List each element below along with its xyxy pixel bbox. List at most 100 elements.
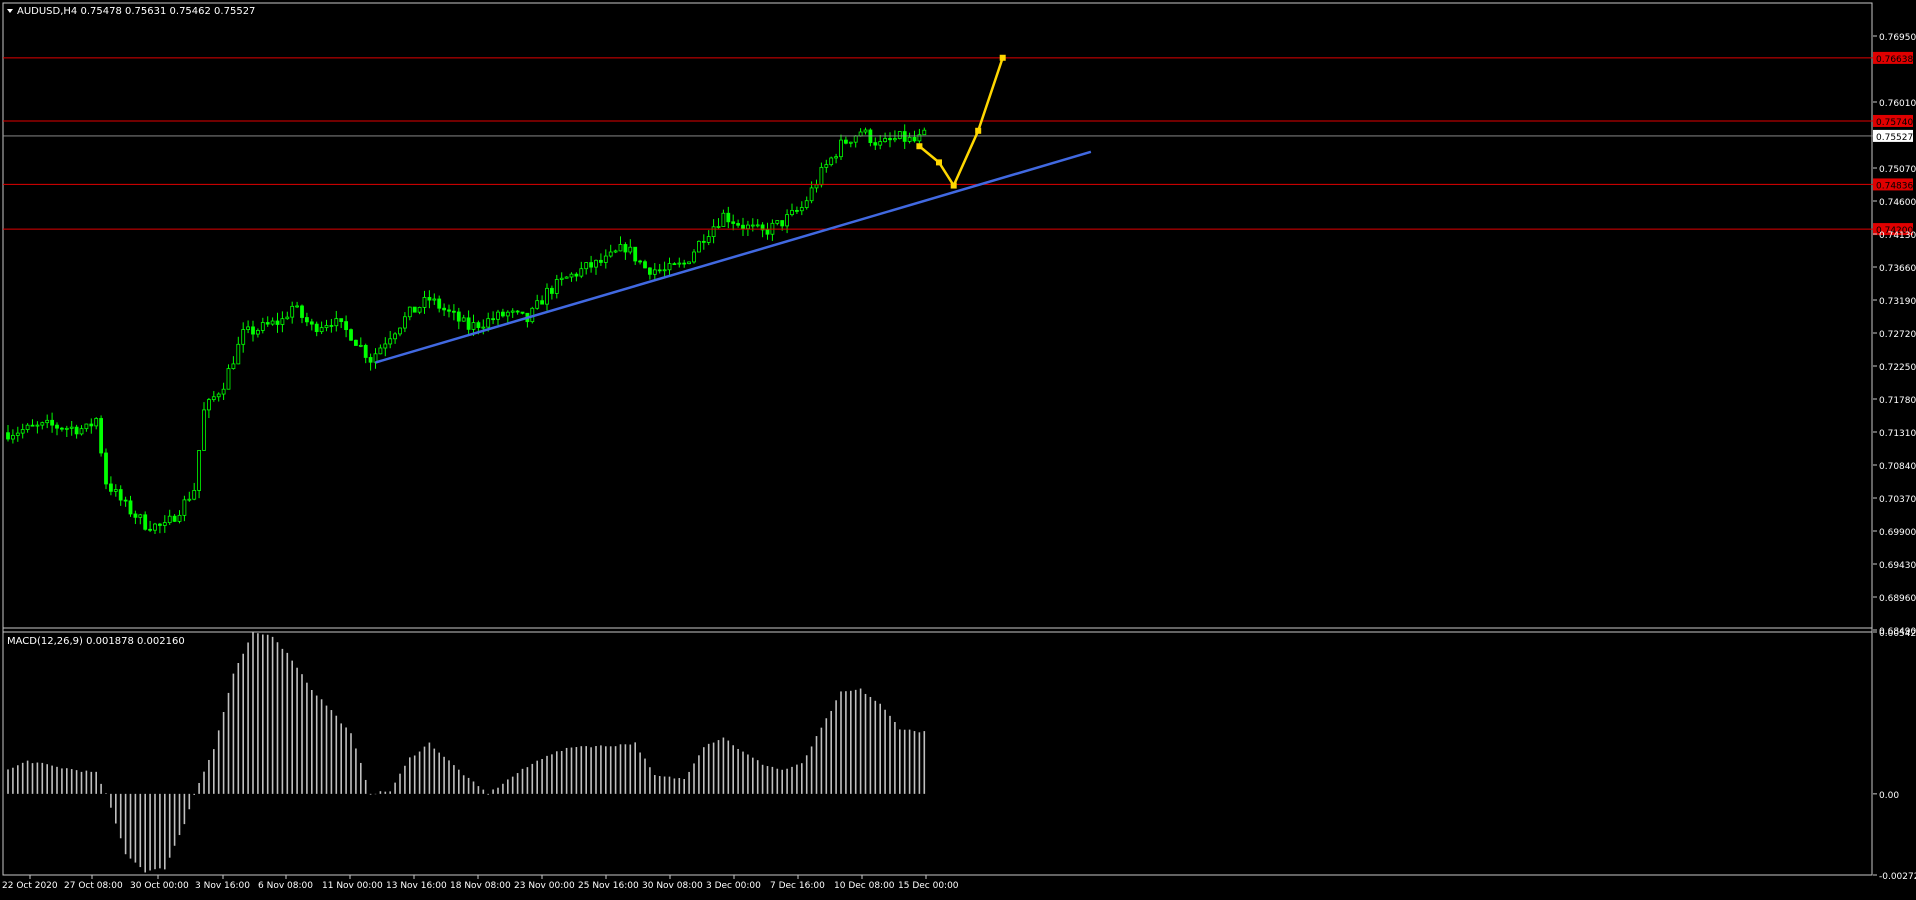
projection-node — [950, 182, 957, 189]
candle-body — [344, 321, 349, 331]
candle-body — [133, 513, 138, 518]
candle-body — [662, 269, 667, 272]
candle-body — [780, 220, 785, 227]
candle-body — [638, 260, 642, 263]
candle-body — [721, 212, 726, 227]
candle-body — [182, 499, 187, 516]
candle-body — [633, 246, 638, 262]
candle-body — [422, 297, 427, 308]
candle-body — [334, 318, 339, 327]
candle-body — [290, 305, 295, 318]
level-price-label: 0.75740 — [1876, 118, 1913, 128]
candle-body — [790, 210, 794, 216]
candle-body — [741, 224, 745, 230]
candle-body — [922, 129, 927, 136]
candle-body — [726, 212, 731, 223]
candle-body — [295, 305, 300, 308]
candle-body — [579, 268, 584, 277]
price-tick-label: 0.72250 — [1879, 363, 1916, 373]
current-price-label: 0.75527 — [1876, 133, 1913, 143]
candle-body — [476, 322, 481, 328]
candle-body — [329, 325, 334, 327]
candle-body — [138, 514, 143, 518]
candle-body — [349, 329, 353, 341]
chart-window[interactable]: 0.76638 0.75740 0.74836 0.74200 0.75527 0.76… — [0, 0, 1916, 896]
candle-body — [226, 368, 231, 390]
candle-body — [618, 244, 623, 252]
candle-body — [231, 363, 236, 369]
candle-body — [535, 300, 540, 309]
candle-body — [594, 259, 598, 268]
candle-body — [187, 498, 192, 501]
candle-body — [589, 262, 593, 268]
candle-body — [94, 418, 99, 427]
candle-body — [893, 138, 897, 141]
candle-body — [270, 320, 275, 325]
candle-body — [118, 489, 123, 501]
price-tick-label: 0.74600 — [1879, 198, 1916, 208]
candle-body — [785, 214, 789, 227]
price-tick-label: 0.76010 — [1879, 99, 1916, 109]
candle-body — [50, 419, 54, 426]
price-tick-label: 0.76950 — [1879, 33, 1916, 43]
candle-body — [456, 311, 461, 322]
candle-body — [388, 338, 393, 345]
candle-body — [197, 449, 202, 491]
candle-body — [6, 432, 10, 440]
candle-body — [260, 322, 265, 331]
candle-body — [60, 427, 64, 430]
candle-body — [912, 136, 917, 142]
candle-body — [755, 224, 760, 227]
candle-body — [834, 156, 838, 159]
time-tick-label: 25 Nov 16:00 — [578, 881, 639, 891]
time-tick-label: 18 Nov 08:00 — [450, 881, 511, 891]
candle-body — [545, 287, 549, 305]
macd-tick-label: 0.005427 — [1879, 629, 1916, 639]
candle-body — [902, 131, 907, 142]
candle-body — [500, 311, 505, 317]
time-tick-label: 27 Oct 08:00 — [64, 881, 123, 891]
candle-body — [447, 309, 451, 312]
time-tick-label: 10 Dec 08:00 — [834, 881, 895, 891]
candle-body — [393, 333, 398, 340]
panel-separator[interactable] — [2, 627, 1873, 633]
candle-body — [206, 399, 211, 411]
candle-body — [515, 310, 520, 313]
candle-body — [275, 320, 280, 325]
candle-body — [363, 344, 368, 358]
candle-body — [109, 483, 113, 492]
candle-body — [863, 129, 868, 133]
candle-body — [824, 164, 829, 168]
candle-body — [265, 322, 270, 325]
candle-body — [844, 139, 848, 144]
candle-body — [309, 321, 314, 325]
candle-body — [79, 428, 84, 435]
candle-body — [853, 135, 858, 143]
candle-body — [603, 255, 608, 263]
candle-body — [143, 514, 148, 530]
candle-body — [353, 339, 358, 346]
price-panel-header: AUDUSD,H4 0.75478 0.75631 0.75462 0.7552… — [17, 6, 255, 17]
candle-body — [584, 262, 589, 270]
candle-body — [750, 224, 755, 227]
candle-body — [304, 317, 309, 323]
candle-body — [383, 343, 388, 349]
candle-body — [148, 528, 153, 531]
candle-body — [25, 424, 30, 430]
chart-canvas[interactable]: 0.766380.757400.748360.742000.75527 0.76… — [0, 0, 1916, 896]
candle-body — [177, 514, 182, 522]
candle-body — [211, 396, 216, 400]
candle-body — [216, 393, 221, 398]
candle-body — [559, 277, 564, 280]
projection-node — [975, 127, 982, 134]
candle-body — [104, 452, 108, 485]
candle-body — [564, 276, 569, 279]
candle-body — [677, 262, 682, 265]
candle-body — [878, 141, 883, 146]
time-tick-label: 23 Nov 00:00 — [514, 881, 575, 891]
candle-body — [608, 251, 613, 257]
candle-body — [437, 298, 442, 309]
candle-body — [35, 424, 40, 427]
candle-body — [172, 515, 177, 522]
candle-body — [809, 187, 814, 202]
